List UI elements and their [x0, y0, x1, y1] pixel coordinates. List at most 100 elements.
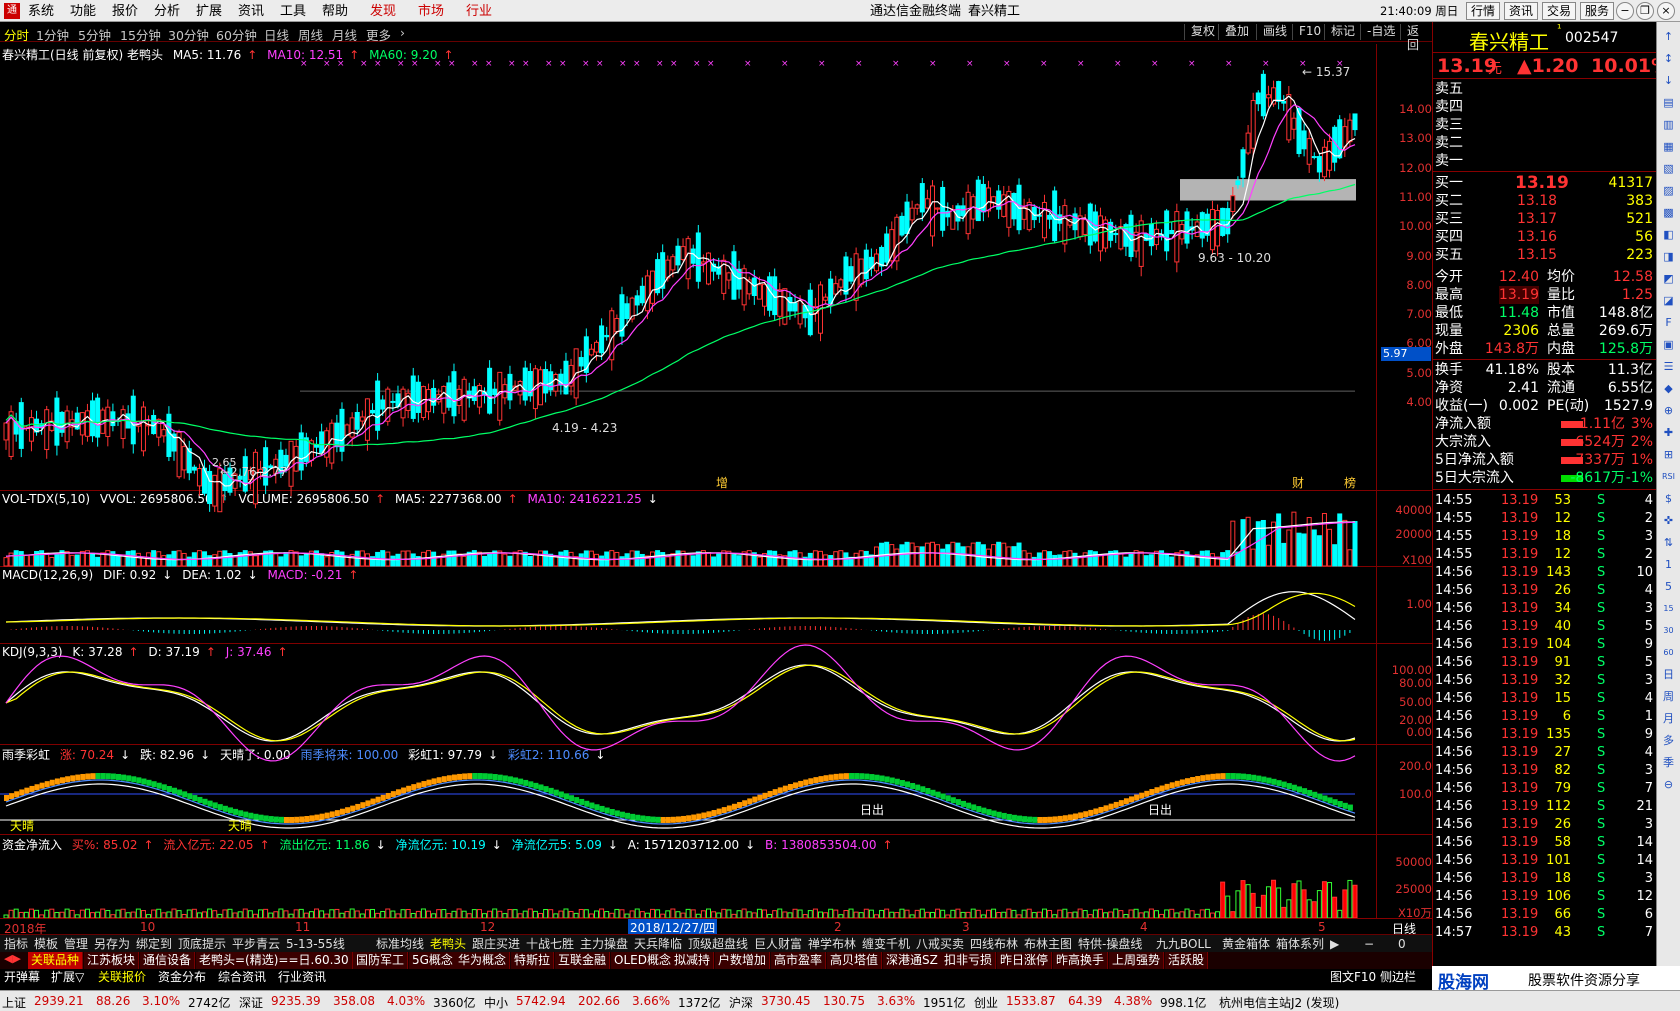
concept-tag[interactable]: 关联品种	[28, 952, 84, 969]
function-button-right[interactable]: 图文F10	[1330, 969, 1376, 985]
sell-row[interactable]: 卖二	[1435, 134, 1655, 152]
sidebar-tool-icon[interactable]: 季	[1660, 754, 1677, 771]
trade-button[interactable]: 交易	[1542, 2, 1577, 20]
indicator-tab[interactable]: 顶底提示	[178, 936, 226, 952]
indicator-tab[interactable]: 另存为	[94, 936, 130, 952]
close-icon[interactable]: ×	[1657, 2, 1675, 20]
tab-scroll-button[interactable]: ▶	[1330, 936, 1339, 952]
sidebar-tool-icon[interactable]: 30	[1660, 622, 1677, 639]
indicator-tab[interactable]: 天兵降临	[634, 936, 682, 952]
sidebar-tool-icon[interactable]: ◪	[1660, 292, 1677, 309]
sidebar-tool-icon[interactable]: ⊕	[1660, 402, 1677, 419]
sidebar-tool-icon[interactable]: ◩	[1660, 270, 1677, 287]
sidebar-tool-icon[interactable]: ▨	[1660, 182, 1677, 199]
sidebar-tool-icon[interactable]: ▣	[1660, 336, 1677, 353]
concept-tag[interactable]: 通信设备	[140, 952, 196, 969]
function-button[interactable]: 扩展▽	[51, 969, 84, 985]
concept-tag[interactable]: 高市盈率	[771, 952, 827, 969]
concept-tag[interactable]: 户数增加	[715, 952, 771, 969]
tab-scroll-button[interactable]: 0	[1398, 936, 1406, 952]
sidebar-tool-icon[interactable]: ▥	[1660, 116, 1677, 133]
sidebar-tool-icon[interactable]: $	[1660, 490, 1677, 507]
indicator-tab[interactable]: 模板	[34, 936, 58, 952]
sidebar-tool-icon[interactable]: 1	[1660, 556, 1677, 573]
info-button[interactable]: 资讯	[1504, 2, 1539, 20]
quote-button[interactable]: 行情	[1466, 2, 1501, 20]
indicator-tab[interactable]: 九九BOLL	[1156, 936, 1211, 952]
concept-tag[interactable]: 高贝塔值	[827, 952, 883, 969]
sell-row[interactable]: 卖一	[1435, 152, 1655, 170]
concept-tag[interactable]: 老鸭头=(精选)==日.60.30	[196, 952, 353, 969]
concept-tag[interactable]: OLED概念	[611, 952, 675, 969]
buy-row[interactable]: 买三 13.17 521	[1435, 210, 1655, 228]
concept-tag[interactable]: 昨日涨停	[997, 952, 1053, 969]
concept-tag[interactable]: 特斯拉	[511, 952, 555, 969]
concept-tag[interactable]: 拟减持	[671, 952, 715, 969]
indicator-tab[interactable]: 巨人财富	[754, 936, 802, 952]
sell-row[interactable]: 卖四	[1435, 98, 1655, 116]
indicator-tab[interactable]: 十战七胜	[526, 936, 574, 952]
buy-row[interactable]: 买一 13.19 41317	[1435, 174, 1655, 192]
sidebar-tool-icon[interactable]: 5	[1660, 578, 1677, 595]
indicator-tab[interactable]: 指标	[4, 936, 28, 952]
function-button[interactable]: 资金分布	[158, 969, 206, 985]
indicator-tab[interactable]: 5-13-55线	[286, 936, 345, 952]
kline-chart[interactable]: × × × × × × × × × × × × × × × × × × × × × × × × × × × × ×× × × × × × × × × × ×…	[0, 0, 1376, 919]
sidebar-tool-icon[interactable]: ☰	[1660, 358, 1677, 375]
function-button[interactable]: 行业资讯	[278, 969, 326, 985]
sidebar-tool-icon[interactable]: F	[1660, 314, 1677, 331]
sidebar-tool-icon[interactable]: 15	[1660, 600, 1677, 617]
sidebar-tool-icon[interactable]: ↓	[1660, 72, 1677, 89]
sidebar-tool-icon[interactable]: ✚	[1660, 424, 1677, 441]
function-button[interactable]: 关联报价	[98, 969, 146, 985]
back-button[interactable]: 返回	[1400, 24, 1432, 52]
concept-tag[interactable]: 扣非亏损	[941, 952, 997, 969]
sidebar-tool-icon[interactable]: ⊞	[1660, 446, 1677, 463]
indicator-tab[interactable]: 黄金箱体	[1222, 936, 1270, 952]
indicator-tab[interactable]: 主力操盘	[580, 936, 628, 952]
sidebar-tool-icon[interactable]: ▧	[1660, 160, 1677, 177]
concept-tag[interactable]: 深港通SZ	[883, 952, 942, 969]
indicator-tab[interactable]: 特供-操盘线	[1078, 936, 1142, 952]
restore-icon[interactable]: ❐	[1636, 2, 1654, 20]
sidebar-tool-icon[interactable]: ✜	[1660, 512, 1677, 529]
sell-row[interactable]: 卖五	[1435, 80, 1655, 98]
concept-tag[interactable]: 活跃股	[1165, 952, 1209, 969]
indicator-tab[interactable]: 绑定到	[136, 936, 172, 952]
sidebar-tool-icon[interactable]: ◆	[1660, 380, 1677, 397]
indicator-tab[interactable]: 缠变千机	[862, 936, 910, 952]
service-button[interactable]: 服务	[1580, 2, 1615, 20]
indicator-tab[interactable]: 顶级超盘线	[688, 936, 748, 952]
sidebar-tool-icon[interactable]: ⊖	[1660, 776, 1677, 793]
sidebar-tool-icon[interactable]: 多	[1660, 732, 1677, 749]
indicator-tab[interactable]: 布林主图	[1024, 936, 1072, 952]
sidebar-tool-icon[interactable]: 周	[1660, 688, 1677, 705]
concept-tag[interactable]: 昨高换手	[1053, 952, 1109, 969]
concept-tag[interactable]: 5G概念	[409, 952, 457, 969]
concept-scroll-left-icon[interactable]: ◀▶	[4, 952, 21, 965]
indicator-tab[interactable]: 禅学布林	[808, 936, 856, 952]
concept-tag[interactable]: 华为概念	[455, 952, 511, 969]
indicator-tab[interactable]: 平步青云	[232, 936, 280, 952]
indicator-tab[interactable]: 四线布林	[970, 936, 1018, 952]
indicator-tab[interactable]: 管理	[64, 936, 88, 952]
function-button[interactable]: 开弹幕	[4, 969, 40, 985]
minimize-icon[interactable]: −	[1616, 2, 1634, 20]
sidebar-tool-icon[interactable]: 60	[1660, 644, 1677, 661]
function-button-right[interactable]: 侧边栏	[1380, 969, 1416, 985]
buy-row[interactable]: 买二 13.18 383	[1435, 192, 1655, 210]
concept-tag[interactable]: 江苏板块	[84, 952, 140, 969]
sidebar-tool-icon[interactable]: ▩	[1660, 204, 1677, 221]
indicator-tab[interactable]: 标准均线	[376, 936, 424, 952]
concept-tag[interactable]: 国防军工	[353, 952, 409, 969]
buy-row[interactable]: 买四 13.16 56	[1435, 228, 1655, 246]
concept-tag[interactable]: 上周强势	[1109, 952, 1165, 969]
indicator-tab[interactable]: 老鸭头	[430, 936, 466, 952]
sidebar-tool-icon[interactable]: ⇅	[1660, 534, 1677, 551]
sidebar-tool-icon[interactable]: ↑	[1660, 28, 1677, 45]
concept-tag[interactable]: 互联金融	[555, 952, 611, 969]
sidebar-tool-icon[interactable]: RSI	[1660, 468, 1677, 485]
sidebar-tool-icon[interactable]: ◨	[1660, 248, 1677, 265]
tab-scroll-button[interactable]: −	[1364, 936, 1374, 952]
indicator-tab[interactable]: 八戒买卖	[916, 936, 964, 952]
